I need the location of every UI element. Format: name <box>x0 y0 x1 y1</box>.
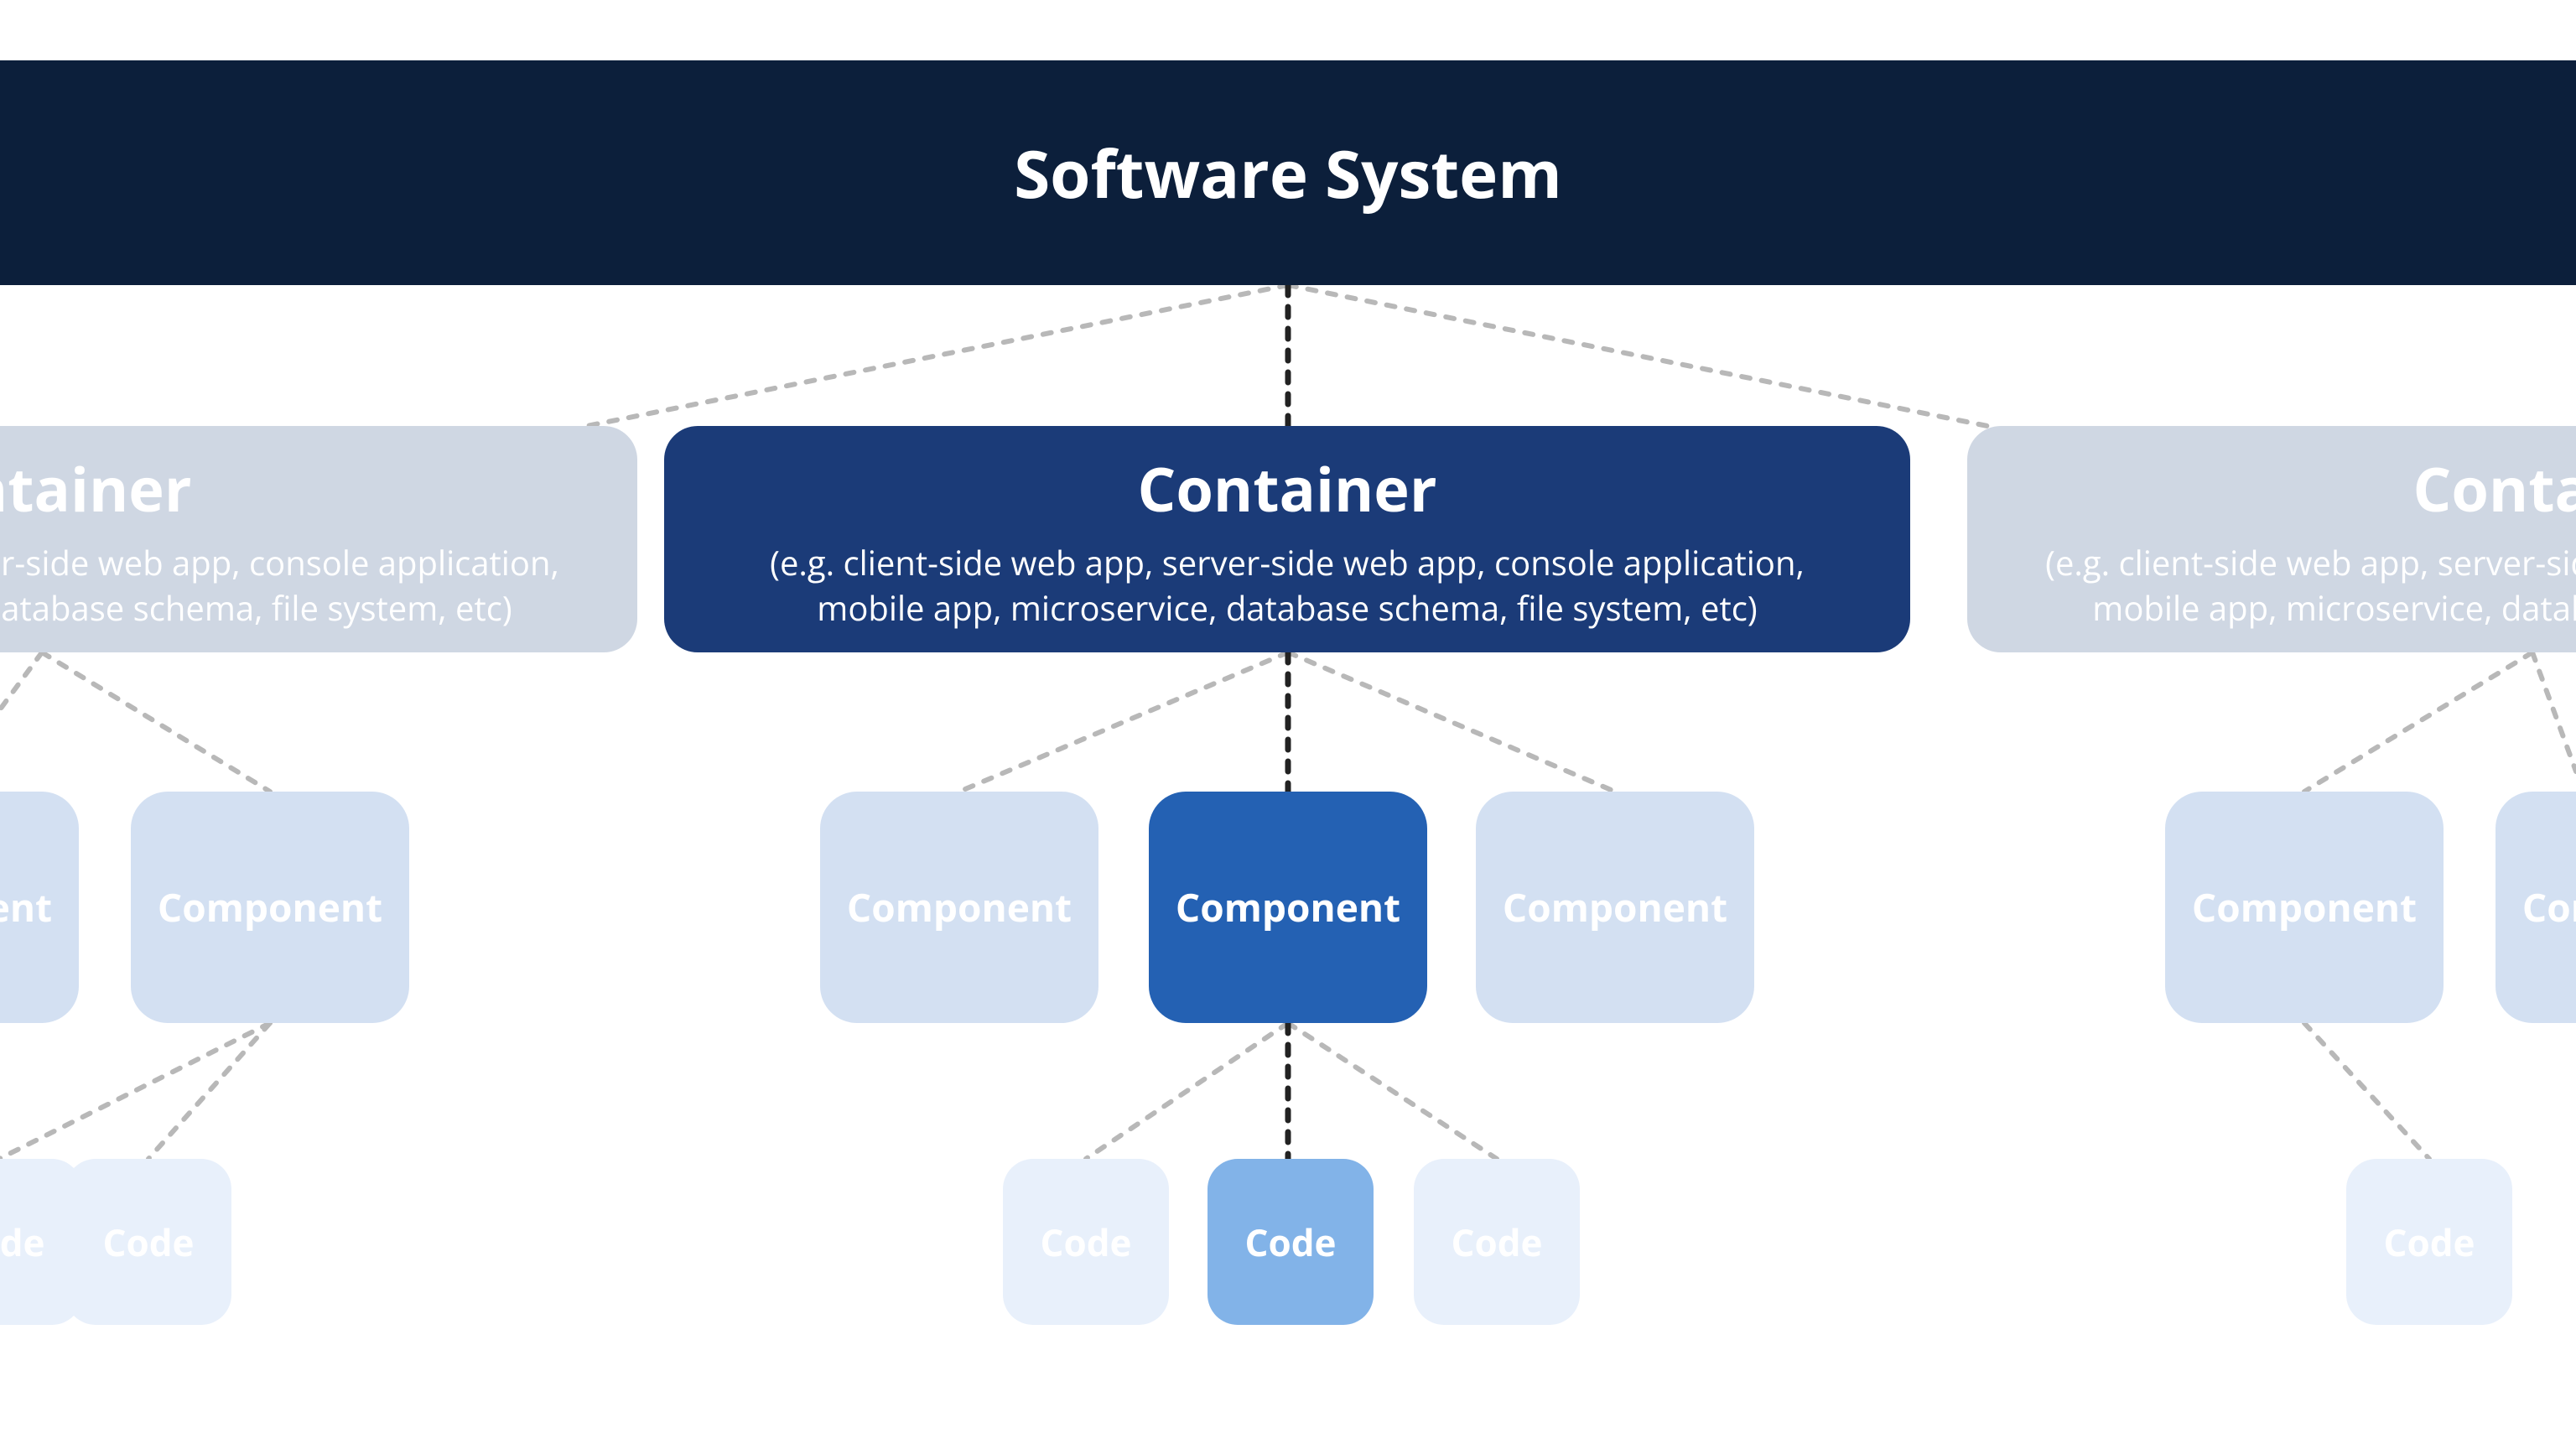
component-label: Component <box>847 881 1072 933</box>
container-title: Container <box>1137 448 1436 530</box>
container-center: Container (e.g. client-side web app, serv… <box>664 426 1910 652</box>
container-title: Container <box>2412 448 2576 530</box>
container-right: Container (e.g. client-side web app, serv… <box>1967 426 2576 652</box>
component-label: Component <box>2522 881 2576 933</box>
code-box-1: Code <box>65 1159 231 1325</box>
code-box-5: Code <box>2346 1159 2512 1325</box>
component-box-2: Component <box>820 792 1098 1023</box>
code-box-2: Code <box>1003 1159 1169 1325</box>
code-box-3: Code <box>1208 1159 1374 1325</box>
container-title: Container <box>0 448 192 530</box>
container-subtitle: (e.g. client-side web app, server-side w… <box>770 540 1805 631</box>
component-label: Component <box>2192 881 2417 933</box>
component-box-4: Component <box>1476 792 1754 1023</box>
component-box-3: Component <box>1149 792 1427 1023</box>
code-label: Code <box>1244 1217 1336 1267</box>
component-box-1: Component <box>131 792 409 1023</box>
component-label: Component <box>1176 881 1400 933</box>
code-label: Code <box>1451 1217 1542 1267</box>
component-box-5: Component <box>2165 792 2444 1023</box>
code-label: Code <box>102 1217 194 1267</box>
software-system-bar: Software System <box>0 60 2576 285</box>
software-system-title: Software System <box>1014 128 1562 217</box>
component-box-0: Component <box>0 792 79 1023</box>
container-left: Container (e.g. client-side web app, serv… <box>0 426 637 652</box>
code-label: Code <box>1040 1217 1131 1267</box>
component-label: Component <box>1503 881 1727 933</box>
container-subtitle: (e.g. client-side web app, server-side w… <box>2018 540 2576 631</box>
code-box-4: Code <box>1414 1159 1580 1325</box>
code-label: Code <box>2383 1217 2475 1267</box>
code-label: Code <box>0 1217 45 1267</box>
container-subtitle: (e.g. client-side web app, server-side w… <box>0 540 587 631</box>
component-label: Component <box>0 881 52 933</box>
component-box-6: Component <box>2496 792 2576 1023</box>
component-label: Component <box>158 881 382 933</box>
